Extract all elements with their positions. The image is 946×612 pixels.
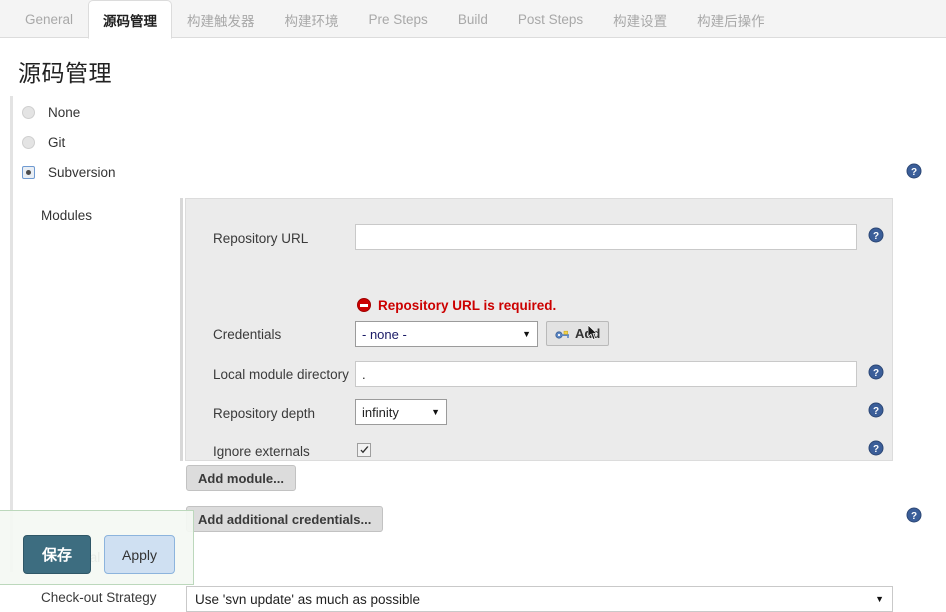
tab-post-steps[interactable]: Post Steps (503, 0, 598, 38)
chevron-down-icon: ▼ (431, 407, 440, 417)
radio-icon[interactable] (22, 135, 35, 149)
ignore-externals-checkbox[interactable] (357, 443, 371, 457)
tab-bar: General 源码管理 构建触发器 构建环境 Pre Steps Build … (0, 0, 946, 39)
checkout-strategy-value: Use 'svn update' as much as possible (195, 591, 421, 607)
tab-build-triggers[interactable]: 构建触发器 (172, 0, 270, 38)
tab-general[interactable]: General (10, 0, 88, 38)
help-icon[interactable]: ? (868, 440, 884, 456)
save-button-label: 保存 (41, 547, 72, 564)
mouse-cursor-icon (588, 325, 598, 341)
tab-post-build[interactable]: 构建后操作 (682, 0, 780, 38)
svg-text:?: ? (873, 368, 879, 379)
svg-text:?: ? (911, 167, 917, 178)
help-icon[interactable]: ? (906, 507, 922, 523)
svg-text:?: ? (873, 406, 879, 417)
error-message: Repository URL is required. (378, 297, 557, 313)
tab-build-settings[interactable]: 构建设置 (598, 0, 682, 38)
tab-list: General 源码管理 构建触发器 构建环境 Pre Steps Build … (10, 0, 780, 39)
help-icon[interactable]: ? (868, 227, 884, 243)
apply-button[interactable]: Apply (104, 535, 175, 574)
credentials-select[interactable]: - none - ▼ (355, 321, 538, 347)
add-credentials-button[interactable]: Add (546, 321, 610, 346)
repository-depth-label: Repository depth (213, 406, 316, 421)
svg-text:?: ? (873, 231, 879, 242)
help-icon[interactable]: ? (906, 163, 922, 179)
scm-option-label: Git (48, 134, 66, 150)
error-icon (357, 298, 371, 312)
chevron-down-icon: ▼ (875, 594, 884, 604)
repository-url-label: Repository URL (213, 231, 309, 246)
add-module-button[interactable]: Add module... (186, 465, 296, 491)
svg-text:?: ? (911, 511, 917, 522)
help-icon[interactable]: ? (868, 364, 884, 380)
add-additional-credentials-label: Add additional credentials... (198, 511, 372, 527)
tab-label: 构建后操作 (697, 13, 765, 29)
tab-label: General (25, 12, 74, 27)
svg-text:?: ? (873, 444, 879, 455)
tab-label: 构建设置 (613, 13, 668, 29)
checkout-strategy-label: Check-out Strategy (41, 590, 157, 605)
repository-depth-value: infinity (362, 404, 399, 420)
panel-left-strip (180, 198, 183, 461)
scm-option-subversion[interactable]: Subversion (22, 163, 116, 181)
save-button[interactable]: 保存 (23, 535, 91, 574)
tab-build[interactable]: Build (443, 0, 503, 38)
left-divider (10, 96, 13, 572)
tab-label: Build (457, 12, 488, 27)
floating-save-bar: 保存 Apply (0, 510, 194, 585)
key-icon (555, 330, 569, 339)
page-title: 源码管理 (18, 60, 112, 86)
add-additional-credentials-button[interactable]: Add additional credentials... (186, 506, 384, 532)
ignore-externals-label: Ignore externals (213, 444, 310, 459)
credentials-selected-value: - none - (362, 326, 407, 342)
modules-section-label: Modules (41, 208, 93, 223)
scm-option-none[interactable]: None (22, 103, 80, 121)
scm-option-git[interactable]: Git (22, 133, 65, 151)
help-icon[interactable]: ? (868, 402, 884, 418)
check-icon (360, 446, 369, 454)
radio-icon[interactable] (22, 105, 35, 119)
tab-label: 源码管理 (103, 13, 158, 29)
credentials-label: Credentials (213, 327, 282, 342)
tab-scm[interactable]: 源码管理 (88, 0, 173, 39)
tab-label: Pre Steps (368, 12, 428, 27)
repository-url-error: Repository URL is required. (357, 296, 556, 314)
tab-pre-steps[interactable]: Pre Steps (354, 0, 443, 38)
scm-option-label: None (48, 104, 81, 120)
repository-url-input[interactable] (355, 224, 857, 250)
add-module-label: Add module... (198, 470, 284, 486)
local-module-directory-input[interactable] (355, 361, 857, 387)
checkout-strategy-select[interactable]: Use 'svn update' as much as possible ▼ (186, 586, 893, 612)
scm-option-label: Subversion (48, 164, 116, 180)
tab-label: Post Steps (517, 12, 584, 27)
local-module-directory-label: Local module directory (213, 367, 349, 382)
scm-config-panel: 源码管理 None Git Subversion ? Modules Repos… (0, 38, 946, 612)
repository-depth-select[interactable]: infinity ▼ (355, 399, 447, 425)
tab-label: 构建触发器 (187, 13, 255, 29)
tab-build-env[interactable]: 构建环境 (270, 0, 354, 38)
tab-label: 构建环境 (284, 13, 339, 29)
apply-button-label: Apply (121, 546, 158, 563)
radio-selected-icon[interactable] (22, 165, 35, 179)
chevron-down-icon: ▼ (522, 329, 531, 339)
